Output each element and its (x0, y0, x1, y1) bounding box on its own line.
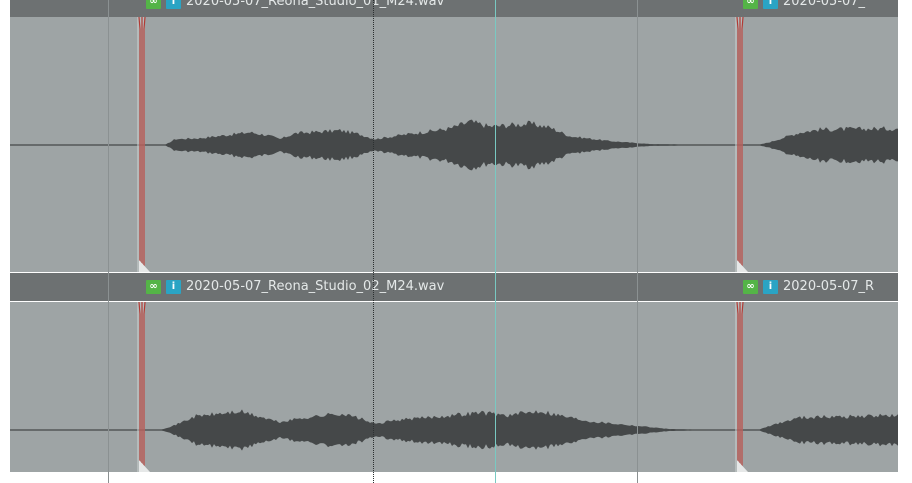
waveform-shape (150, 119, 898, 171)
timeline-editor: ∞ i 2020-05-07_Reona_Studio_01_M24.wav ∞… (0, 0, 912, 483)
fade-in-marker (137, 301, 150, 472)
grid-line (637, 0, 638, 483)
waveform-shape (150, 409, 898, 451)
grid-line (373, 0, 374, 483)
fade-in-marker (735, 301, 748, 472)
audio-track-2[interactable]: ∞ i 2020-05-07_Reona_Studio_02_M24.wav ∞… (10, 272, 898, 472)
waveform-track-2 (10, 301, 898, 472)
grid-line (108, 0, 109, 483)
waveform-track-1 (10, 16, 898, 272)
playhead-cursor[interactable] (495, 0, 496, 483)
audio-track-1[interactable]: ∞ i 2020-05-07_Reona_Studio_01_M24.wav ∞… (10, 0, 898, 272)
